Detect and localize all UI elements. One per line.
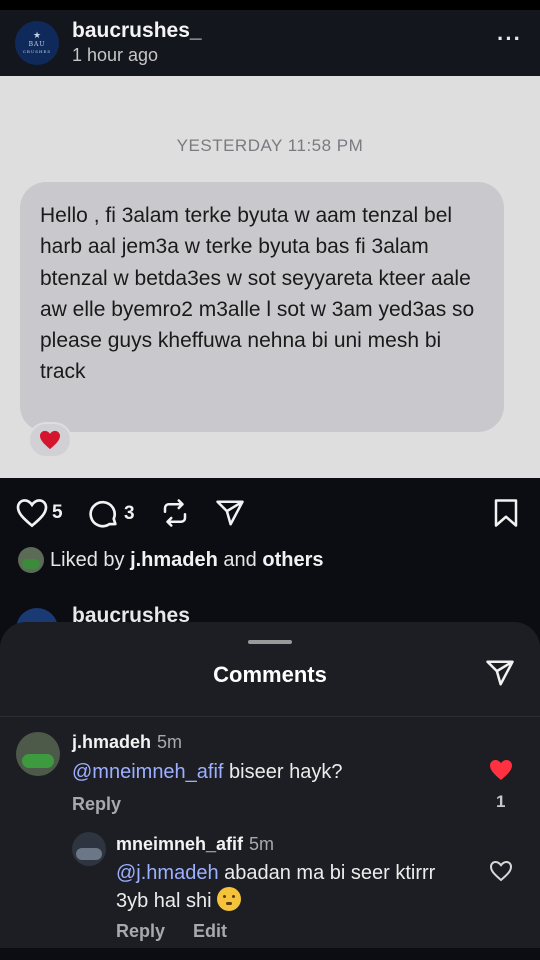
- post-time: 1 hour ago: [72, 45, 159, 65]
- sheet-divider: [0, 716, 540, 717]
- comment-header: j.hmadeh 5m: [72, 732, 182, 753]
- comment-text: @mneimneh_afif biseer hayk?: [72, 759, 342, 786]
- post-image[interactable]: YESTERDAY 11:58 PM Hello , fi 3alam terk…: [0, 76, 540, 478]
- comment-username[interactable]: j.hmadeh: [72, 732, 151, 752]
- share-icon: [216, 500, 244, 526]
- reply-mention[interactable]: @j.hmadeh: [116, 862, 219, 884]
- edit-button[interactable]: Edit: [193, 921, 227, 942]
- like-count: 5: [52, 502, 63, 523]
- heart-reaction-icon: [28, 422, 72, 458]
- account-avatar[interactable]: ★ BAU CRUSHES: [15, 21, 59, 65]
- bottom-bar: [0, 948, 540, 960]
- reply-text: @j.hmadeh abadan ma bi seer ktirrr 3yb h…: [116, 860, 446, 915]
- liked-by-prefix: Liked by: [50, 548, 125, 571]
- heart-icon: [16, 499, 48, 528]
- comments-title: Comments: [213, 662, 327, 687]
- post-username[interactable]: baucrushes_: [72, 19, 202, 43]
- heart-filled-icon[interactable]: [489, 759, 513, 786]
- comment-icon: [89, 500, 117, 528]
- post-actions: 5 3: [0, 478, 540, 548]
- share-icon[interactable]: [484, 658, 516, 693]
- comment-like-count: 1: [496, 792, 506, 811]
- like-action[interactable]: 5: [16, 498, 63, 528]
- status-bar: [0, 0, 540, 10]
- reply-username[interactable]: mneimneh_afif: [116, 834, 243, 854]
- reply-button[interactable]: Reply: [72, 794, 121, 815]
- message-bubble: Hello , fi 3alam terke byuta w aam tenza…: [20, 182, 504, 432]
- repost-icon: [163, 499, 187, 527]
- post-header-text: baucrushes_ 1 hour ago: [72, 19, 202, 67]
- comment-time: 5m: [157, 732, 183, 752]
- comments-sheet: Comments j.hmadeh 5m @mneimneh_afif bisee…: [0, 622, 540, 960]
- share-action[interactable]: [214, 498, 246, 528]
- message-timestamp: YESTERDAY 11:58 PM: [176, 136, 364, 155]
- reply-header: mneimneh_afif 5m: [116, 834, 274, 855]
- reply-avatar[interactable]: [72, 832, 106, 866]
- liked-by[interactable]: Liked by j.hmadeh and others: [18, 546, 323, 574]
- comment-mention[interactable]: @mneimneh_afif: [72, 761, 223, 783]
- liked-by-user[interactable]: j.hmadeh: [130, 549, 218, 572]
- sheet-drag-handle[interactable]: [248, 640, 292, 644]
- more-options-icon[interactable]: ···: [497, 28, 522, 50]
- reply-button[interactable]: Reply: [116, 921, 165, 942]
- post-header: ★ BAU CRUSHES baucrushes_ 1 hour ago ···: [0, 10, 540, 76]
- liked-by-avatar: [18, 547, 44, 573]
- repost-action[interactable]: [160, 498, 190, 528]
- bookmark-icon: [494, 499, 518, 527]
- comment-action[interactable]: 3: [88, 498, 135, 530]
- liked-by-middle: and: [223, 548, 257, 571]
- bookmark-action[interactable]: [492, 498, 520, 528]
- shushing-face-emoji-icon: [217, 887, 242, 911]
- avatar-text-top: BAU: [28, 41, 46, 48]
- comment-avatar[interactable]: [16, 732, 60, 776]
- reply-time: 5m: [249, 834, 275, 854]
- avatar-text-bottom: CRUSHES: [22, 49, 52, 54]
- heart-outline-icon[interactable]: [489, 860, 513, 887]
- comment-count: 3: [124, 503, 135, 524]
- liked-by-others[interactable]: others: [262, 549, 323, 572]
- comment-body: biseer hayk?: [223, 761, 343, 783]
